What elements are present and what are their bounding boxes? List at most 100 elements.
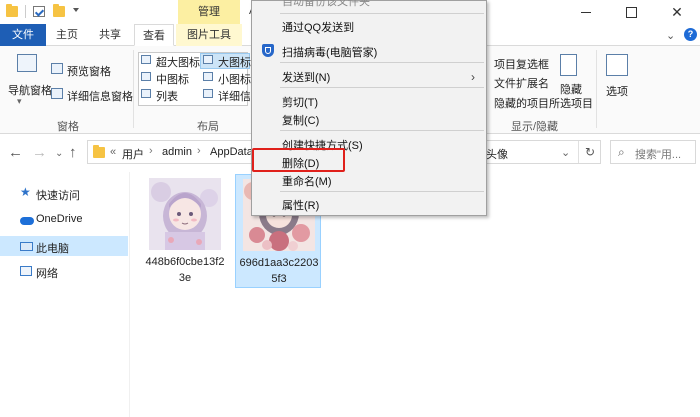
shield-icon [262, 44, 274, 57]
menu-separator [280, 87, 484, 88]
chevron-right-icon: › [471, 70, 475, 84]
delete-highlight-box [252, 148, 345, 172]
details-pane-button[interactable]: 详细信息窗格 [67, 88, 133, 104]
properties-check-icon[interactable] [33, 6, 45, 17]
titlebar-divider [25, 5, 26, 18]
ribbon-divider [133, 50, 134, 128]
computer-icon [20, 242, 33, 251]
file-name: 696d1aa3c22035f3 [239, 257, 319, 285]
navigation-pane: ★ 快速访问 OneDrive 此电脑 网络 [0, 172, 130, 417]
navigation-pane-button[interactable]: 导航窗格 [8, 82, 52, 98]
item-checkboxes-toggle[interactable]: 项目复选框 [494, 56, 549, 72]
breadcrumb-current-folder[interactable]: 头像 [486, 146, 508, 162]
preview-pane-button[interactable]: 预览窗格 [67, 63, 111, 79]
layout-large-icons[interactable]: 大图标 [218, 54, 251, 70]
layout-list[interactable]: 列表 [156, 88, 178, 104]
nav-label: OneDrive [36, 213, 83, 225]
menu-item-send-to[interactable]: 发送到(N) [282, 69, 330, 85]
nav-label: 网络 [36, 268, 58, 280]
menu-item-auto-backup[interactable]: 自动备份该文件夹 [282, 0, 370, 9]
nav-item-this-pc[interactable]: 此电脑 [0, 236, 128, 256]
preview-pane-icon [51, 63, 63, 74]
tab-home[interactable]: 主页 [46, 24, 88, 46]
menu-item-scan-virus[interactable]: 扫描病毒(电脑管家) [282, 44, 377, 60]
hide-selected-icon [560, 54, 577, 76]
layout-extra-large-icons[interactable]: 超大图标 [156, 54, 200, 70]
search-icon: ⌕ [618, 145, 625, 159]
menu-item-copy[interactable]: 复制(C) [282, 112, 319, 128]
menu-item-send-via-qq[interactable]: 通过QQ发送到 [282, 19, 354, 35]
hide-selected-label-line2[interactable]: 所选项目 [549, 95, 593, 111]
extra-large-icons-icon [141, 55, 151, 64]
layout-small-icons[interactable]: 小图标 [218, 71, 251, 87]
breadcrumb-separator-icon[interactable]: › [149, 145, 153, 157]
forward-arrow-icon[interactable]: → [32, 144, 47, 161]
help-icon[interactable]: ? [684, 28, 697, 41]
tab-file[interactable]: 文件 [0, 24, 46, 46]
refresh-icon[interactable]: ↻ [585, 145, 595, 159]
options-icon [606, 54, 628, 76]
folder-icon [6, 4, 18, 17]
nav-item-quick-access[interactable]: ★ 快速访问 [0, 183, 128, 203]
menu-separator [280, 191, 484, 192]
file-item[interactable]: 448b6f0cbe13f23e [142, 174, 228, 288]
star-icon: ★ [20, 185, 31, 199]
menu-item-rename[interactable]: 重命名(M) [282, 173, 332, 189]
menu-separator [280, 130, 484, 131]
navigation-pane-icon [17, 54, 37, 72]
nav-pane-divider [129, 172, 130, 417]
menu-separator [280, 62, 484, 63]
up-arrow-icon[interactable]: ↑ [69, 144, 77, 161]
recent-chevron-icon[interactable]: ⌄ [55, 148, 63, 159]
ribbon-divider [596, 50, 597, 128]
layout-medium-icons[interactable]: 中图标 [156, 71, 189, 87]
file-name: 448b6f0cbe13f23e [145, 256, 225, 284]
hidden-items-toggle[interactable]: 隐藏的项目 [494, 95, 549, 111]
cloud-icon [20, 217, 34, 225]
close-button[interactable]: ✕ [655, 0, 699, 24]
maximize-button[interactable] [609, 0, 653, 24]
small-icons-icon [203, 72, 213, 81]
large-icons-icon [203, 55, 213, 64]
context-menu: 自动备份该文件夹 通过QQ发送到 扫描病毒(电脑管家) 发送到(N) › 剪切(… [251, 0, 487, 216]
address-divider [578, 141, 579, 163]
breadcrumb-appdata[interactable]: AppData [210, 146, 253, 158]
minimize-button[interactable] [564, 0, 608, 24]
back-arrow-icon[interactable]: ← [8, 144, 23, 161]
nav-item-network[interactable]: 网络 [0, 261, 128, 281]
breadcrumb-separator-icon[interactable]: › [197, 145, 201, 157]
quick-access-dropdown-icon[interactable] [73, 8, 79, 12]
chevron-down-icon: ▾ [17, 96, 22, 106]
tab-share[interactable]: 共享 [88, 24, 132, 46]
menu-item-properties[interactable]: 属性(R) [282, 197, 319, 213]
tab-picture-tools[interactable]: 图片工具 [176, 24, 242, 46]
options-button[interactable]: 选项 [606, 83, 628, 99]
file-extensions-toggle[interactable]: 文件扩展名 [494, 75, 549, 91]
details-pane-icon [51, 88, 63, 99]
tab-view[interactable]: 查看 [134, 24, 174, 46]
new-folder-icon[interactable] [53, 4, 65, 17]
details-icon [203, 89, 213, 98]
folder-icon [93, 145, 105, 158]
layout-details[interactable]: 详细信息 [218, 88, 250, 104]
layout-group-label: 布局 [197, 121, 219, 133]
image-thumbnail [149, 178, 221, 250]
manage-contextual-tab[interactable]: 管理 [178, 0, 240, 24]
breadcrumb-admin[interactable]: admin [162, 146, 192, 158]
menu-separator [280, 13, 484, 14]
nav-label: 此电脑 [36, 243, 69, 255]
nav-label: 快速访问 [36, 190, 80, 202]
list-icon [141, 89, 151, 98]
address-dropdown-icon[interactable]: ⌄ [561, 146, 570, 159]
nav-item-onedrive[interactable]: OneDrive [0, 209, 128, 229]
medium-icons-icon [141, 72, 151, 81]
breadcrumb-overflow[interactable]: « [110, 146, 116, 158]
search-box[interactable]: ⌕ 搜索"用... [610, 140, 696, 164]
pane-group-label: 窗格 [57, 121, 79, 133]
search-input[interactable]: 搜索"用... [635, 146, 681, 162]
network-icon [20, 266, 32, 276]
breadcrumb-users[interactable]: 用户 [122, 146, 144, 162]
show-hide-group-label: 显示/隐藏 [511, 121, 559, 133]
menu-item-cut[interactable]: 剪切(T) [282, 94, 318, 110]
ribbon-collapse-icon[interactable]: ⌄ [666, 29, 675, 42]
